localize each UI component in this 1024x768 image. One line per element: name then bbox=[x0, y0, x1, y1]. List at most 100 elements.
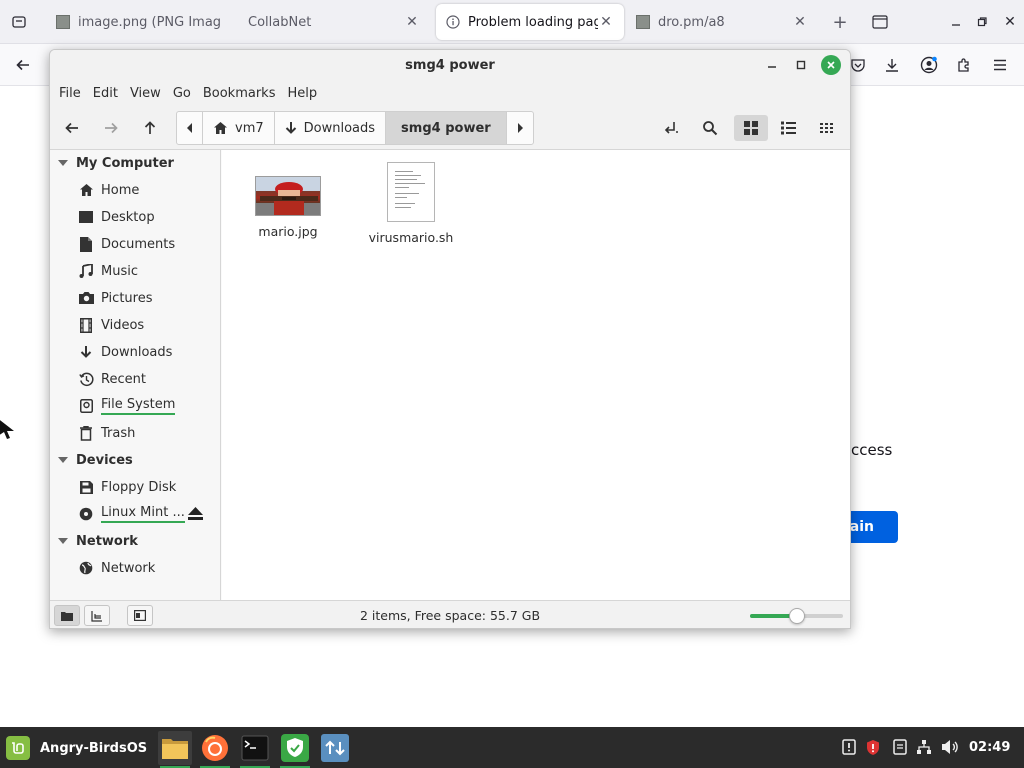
sidebar-item-label: File System bbox=[101, 397, 176, 415]
eject-icon[interactable] bbox=[188, 507, 203, 520]
breadcrumb-left-button[interactable] bbox=[177, 112, 203, 144]
pocket-icon[interactable] bbox=[848, 55, 868, 75]
sidebar-item-pictures[interactable]: Pictures bbox=[78, 287, 152, 309]
icon-view-button[interactable] bbox=[734, 115, 768, 141]
tab-overview-icon[interactable] bbox=[870, 12, 890, 32]
terminal-icon bbox=[241, 735, 269, 761]
forward-button[interactable] bbox=[96, 115, 126, 141]
sidebar-item-linux-mint[interactable]: Linux Mint ... bbox=[78, 503, 185, 525]
file-item-virusmario-sh[interactable]: virusmario.sh bbox=[361, 162, 461, 245]
start-label: Angry-BirdsOS bbox=[40, 740, 148, 756]
tab-problem-loading[interactable]: Problem loading page ✕ bbox=[436, 4, 624, 40]
taskbar-update-manager[interactable] bbox=[318, 731, 352, 765]
back-icon[interactable] bbox=[12, 55, 34, 75]
sidebar-item-label: Music bbox=[101, 263, 138, 279]
sidebar-section-devices[interactable]: Devices bbox=[58, 450, 133, 470]
back-button[interactable] bbox=[57, 115, 87, 141]
title-bar[interactable]: smg4 power bbox=[50, 50, 850, 80]
menu-edit[interactable]: Edit bbox=[88, 86, 123, 101]
close-icon[interactable]: ✕ bbox=[1000, 12, 1020, 32]
start-menu-button[interactable]: Angry-BirdsOS bbox=[6, 736, 147, 760]
clock-history-icon bbox=[78, 371, 94, 387]
sidebar-item-music[interactable]: Music bbox=[78, 260, 138, 282]
clipboard-icon[interactable] bbox=[891, 738, 909, 756]
breadcrumb-downloads[interactable]: Downloads bbox=[275, 112, 387, 144]
section-title: Network bbox=[76, 533, 138, 549]
extensions-icon[interactable] bbox=[954, 55, 974, 75]
sidebar-item-trash[interactable]: Trash bbox=[78, 422, 135, 444]
shield-warning-icon[interactable] bbox=[864, 738, 882, 756]
menu-bookmarks[interactable]: Bookmarks bbox=[198, 86, 281, 101]
menu-icon[interactable] bbox=[990, 55, 1010, 75]
breadcrumb-smg4-power[interactable]: smg4 power bbox=[386, 112, 507, 144]
breadcrumb-right-button[interactable] bbox=[507, 112, 533, 144]
taskbar-shield-app[interactable] bbox=[278, 731, 312, 768]
sidebar-section-my-computer[interactable]: My Computer bbox=[58, 153, 174, 173]
maximize-icon[interactable] bbox=[791, 55, 811, 75]
info-icon bbox=[446, 15, 460, 29]
breadcrumb: vm7 Downloads smg4 power bbox=[176, 111, 534, 145]
new-tab-icon[interactable]: + bbox=[830, 12, 850, 33]
up-button[interactable] bbox=[135, 115, 165, 141]
list-view-button[interactable] bbox=[773, 115, 803, 141]
sidebar-item-network[interactable]: Network bbox=[78, 557, 155, 579]
restore-icon[interactable] bbox=[972, 12, 992, 32]
tab-dro-pm[interactable]: dro.pm/a8 ✕ bbox=[626, 4, 818, 40]
tab-collabnet[interactable]: CollabNet ✕ bbox=[238, 4, 430, 40]
sidebar-item-floppy-disk[interactable]: Floppy Disk bbox=[78, 476, 176, 498]
zoom-slider[interactable] bbox=[750, 608, 843, 624]
file-view[interactable]: mario.jpg virusmario.sh bbox=[222, 150, 850, 600]
taskbar-firefox[interactable] bbox=[198, 731, 232, 768]
compact-view-icon bbox=[820, 123, 833, 133]
taskbar-file-manager[interactable] bbox=[158, 731, 192, 768]
sidebar-item-recent[interactable]: Recent bbox=[78, 368, 146, 390]
close-icon[interactable]: ✕ bbox=[792, 14, 808, 30]
sidebar-item-documents[interactable]: Documents bbox=[78, 233, 175, 255]
sidebar-item-label: Home bbox=[101, 182, 140, 198]
downloads-icon[interactable] bbox=[882, 55, 902, 75]
sidebar-item-desktop[interactable]: Desktop bbox=[78, 206, 155, 228]
volume-icon[interactable] bbox=[941, 738, 959, 756]
breadcrumb-vm7[interactable]: vm7 bbox=[203, 112, 275, 144]
sidebar-section-network[interactable]: Network bbox=[58, 531, 138, 551]
menu-go[interactable]: Go bbox=[168, 86, 196, 101]
notification-icon[interactable] bbox=[840, 738, 858, 756]
menu-file[interactable]: File bbox=[54, 86, 86, 101]
tab-label: image.png (PNG Imag bbox=[78, 14, 222, 30]
sidebar-item-file-system[interactable]: File System bbox=[78, 395, 176, 417]
menu-help[interactable]: Help bbox=[282, 86, 322, 101]
mouse-cursor-icon bbox=[0, 417, 16, 439]
tab-image[interactable]: image.png (PNG Imag bbox=[46, 4, 236, 40]
close-icon[interactable]: ✕ bbox=[598, 14, 614, 30]
linux-mint-logo-icon bbox=[6, 736, 30, 760]
home-icon bbox=[78, 182, 94, 198]
search-button[interactable] bbox=[695, 115, 725, 141]
minimize-icon[interactable] bbox=[762, 55, 782, 75]
sidebar-item-videos[interactable]: Videos bbox=[78, 314, 144, 336]
menu-view[interactable]: View bbox=[125, 86, 166, 101]
sidebar-item-home[interactable]: Home bbox=[78, 179, 139, 201]
file-item-mario-jpg[interactable]: mario.jpg bbox=[238, 162, 338, 239]
forward-arrow-icon bbox=[105, 122, 118, 134]
toggle-location-button[interactable] bbox=[656, 115, 686, 141]
close-icon[interactable]: ✕ bbox=[404, 14, 420, 30]
section-title: Devices bbox=[76, 452, 133, 468]
zoom-slider-handle[interactable] bbox=[788, 608, 805, 624]
menu-bar: File Edit View Go Bookmarks Help bbox=[50, 80, 850, 106]
sidebar-item-label: Downloads bbox=[101, 344, 173, 360]
minimize-icon[interactable] bbox=[946, 12, 966, 32]
sidebar-item-downloads[interactable]: Downloads bbox=[78, 341, 172, 363]
sidebar-item-label: Videos bbox=[101, 317, 145, 333]
sidebar-item-label: Trash bbox=[101, 425, 136, 441]
camera-icon bbox=[78, 290, 94, 306]
network-icon[interactable] bbox=[915, 738, 933, 756]
tab-list-icon[interactable] bbox=[8, 12, 30, 32]
desktop-icon bbox=[78, 209, 94, 225]
close-icon[interactable] bbox=[821, 55, 841, 75]
compact-view-button[interactable] bbox=[812, 115, 842, 141]
script-file-icon bbox=[387, 162, 435, 222]
sidebar-item-label: Desktop bbox=[101, 209, 155, 225]
account-icon[interactable] bbox=[918, 55, 940, 75]
taskbar-terminal[interactable] bbox=[238, 731, 272, 768]
trash-icon bbox=[78, 425, 94, 441]
